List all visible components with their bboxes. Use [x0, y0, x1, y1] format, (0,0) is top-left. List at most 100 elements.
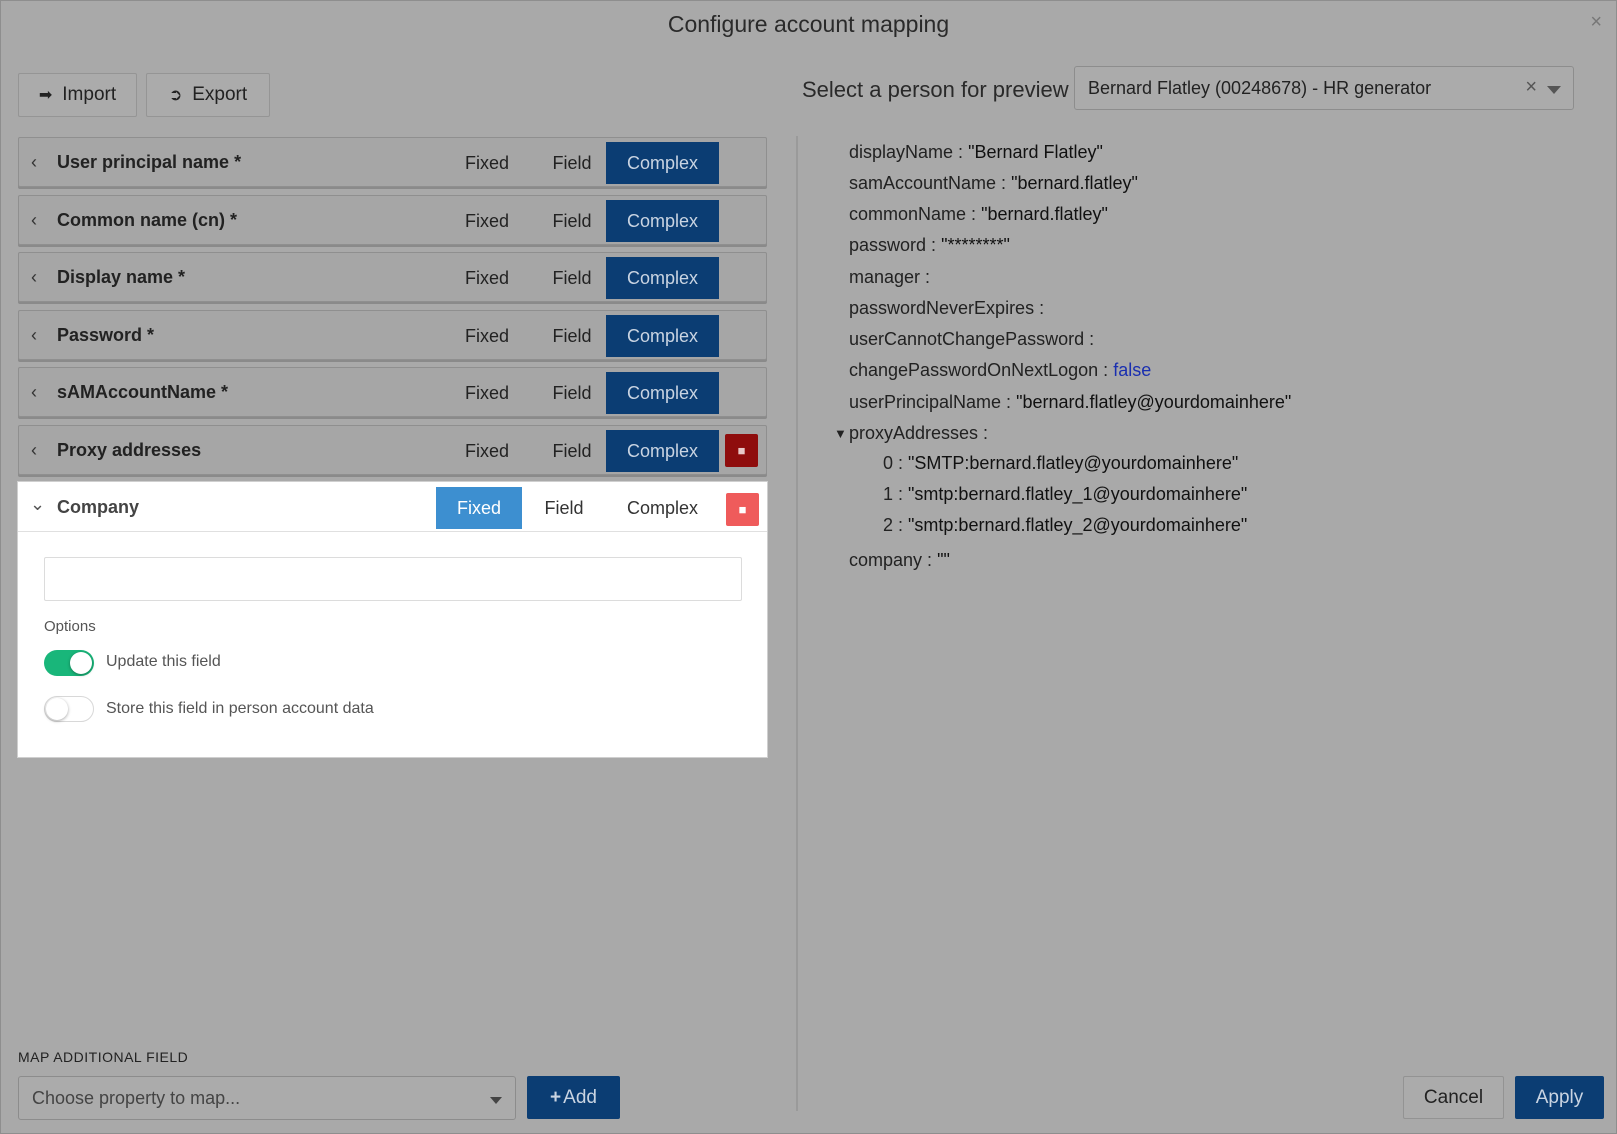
mapping-row-proxy-addresses[interactable]: ‹ Proxy addresses Fixed Field Complex ■: [18, 425, 767, 475]
mode-field-button[interactable]: Field: [530, 257, 614, 299]
dialog-title: Configure account mapping: [667, 11, 950, 37]
mode-complex-button[interactable]: Complex: [606, 315, 719, 357]
preview-value: "": [937, 550, 950, 570]
mode-complex-button[interactable]: Complex: [606, 372, 719, 414]
export-button[interactable]: ➲ Export: [146, 73, 270, 117]
mapping-row-samaccountname[interactable]: ‹ sAMAccountName * Fixed Field Complex: [18, 367, 767, 417]
close-icon[interactable]: ×: [1590, 11, 1602, 34]
import-icon: ➡: [38, 87, 53, 104]
mode-field-button[interactable]: Field: [530, 142, 614, 184]
preview-key: changePasswordOnNextLogon :: [849, 360, 1109, 380]
mapping-panel-company: ⌄ Company Fixed Field Complex ■ Options …: [17, 481, 768, 758]
preview-key: 2 :: [883, 515, 904, 535]
mode-complex-button[interactable]: Complex: [606, 487, 719, 529]
preview-key: company :: [849, 550, 933, 570]
mapping-row-company[interactable]: ⌄ Company Fixed Field Complex ■: [18, 482, 767, 532]
clear-selection-icon[interactable]: ×: [1525, 76, 1537, 99]
fixed-value-input[interactable]: [44, 557, 742, 601]
preview-proxy-item: 0 : "SMTP:bernard.flatley@yourdomainhere…: [883, 453, 1238, 474]
preview-person-select[interactable]: Bernard Flatley (00248678) - HR generato…: [1074, 66, 1574, 110]
chevron-left-icon[interactable]: ‹: [31, 267, 37, 288]
chevron-down-icon[interactable]: [1547, 86, 1561, 94]
chevron-down-icon[interactable]: ⌄: [30, 494, 45, 515]
preview-key: commonName :: [849, 204, 977, 224]
preview-value: "smtp:bernard.flatley_1@yourdomainhere": [908, 484, 1248, 504]
trash-icon[interactable]: ■: [725, 434, 758, 467]
preview-value: "bernard.flatley": [1011, 173, 1138, 193]
store-field-toggle[interactable]: [44, 696, 94, 722]
update-field-label: Update this field: [106, 653, 221, 670]
preview-key: 1 :: [883, 484, 904, 504]
mode-complex-button[interactable]: Complex: [606, 430, 719, 472]
mapping-label: Proxy addresses: [57, 440, 202, 460]
panel-divider: [796, 136, 798, 1111]
toggle-knob: [70, 652, 92, 674]
mode-fixed-button[interactable]: Fixed: [444, 257, 530, 299]
preview-proxy-item: 1 : "smtp:bernard.flatley_1@yourdomainhe…: [883, 484, 1247, 505]
preview-value: "SMTP:bernard.flatley@yourdomainhere": [908, 453, 1239, 473]
mode-fixed-button[interactable]: Fixed: [444, 430, 530, 472]
mode-field-button[interactable]: Field: [530, 372, 614, 414]
apply-button[interactable]: Apply: [1515, 1076, 1604, 1119]
preview-value: "smtp:bernard.flatley_2@yourdomainhere": [908, 515, 1248, 535]
preview-changepasswordonnextlogon: changePasswordOnNextLogon : false: [849, 360, 1151, 381]
mode-fixed-button[interactable]: Fixed: [444, 142, 530, 184]
preview-proxy-item: 2 : "smtp:bernard.flatley_2@yourdomainhe…: [883, 515, 1247, 536]
preview-value: "Bernard Flatley": [968, 142, 1103, 162]
mapping-label: sAMAccountName *: [57, 382, 229, 402]
chevron-left-icon[interactable]: ‹: [31, 382, 37, 403]
mapping-label: Display name *: [57, 267, 186, 287]
preview-usercannotchangepassword: userCannotChangePassword :: [849, 329, 1094, 350]
preview-key: userCannotChangePassword :: [849, 329, 1095, 349]
chevron-left-icon[interactable]: ‹: [31, 440, 37, 461]
mode-complex-button[interactable]: Complex: [606, 142, 719, 184]
mode-field-button[interactable]: Field: [530, 430, 614, 472]
preview-value: false: [1113, 360, 1152, 380]
mode-fixed-button[interactable]: Fixed: [444, 200, 530, 242]
chevron-left-icon[interactable]: ‹: [31, 325, 37, 346]
mode-field-button[interactable]: Field: [530, 200, 614, 242]
map-additional-field-label: MAP ADDITIONAL FIELD: [18, 1049, 189, 1065]
mode-fixed-button[interactable]: Fixed: [444, 372, 530, 414]
map-property-placeholder: Choose property to map...: [32, 1087, 241, 1108]
preview-key: manager :: [849, 267, 931, 287]
preview-value: "********": [941, 235, 1010, 255]
mode-complex-button[interactable]: Complex: [606, 200, 719, 242]
preview-key: userPrincipalName :: [849, 392, 1012, 412]
collapse-triangle-icon[interactable]: ▼: [834, 426, 847, 441]
store-field-label: Store this field in person account data: [106, 700, 374, 717]
mapping-label: User principal name *: [57, 152, 242, 172]
preview-value: "bernard.flatley@yourdomainhere": [1016, 392, 1292, 412]
mapping-row-display-name[interactable]: ‹ Display name * Fixed Field Complex: [18, 252, 767, 302]
cancel-button[interactable]: Cancel: [1403, 1076, 1504, 1119]
preview-key: passwordNeverExpires :: [849, 298, 1045, 318]
mapping-label: Password *: [57, 325, 155, 345]
mode-fixed-button[interactable]: Fixed: [444, 315, 530, 357]
preview-passwordneverexpires: passwordNeverExpires :: [849, 298, 1044, 319]
mode-field-button[interactable]: Field: [530, 315, 614, 357]
add-button[interactable]: + Add: [527, 1076, 620, 1119]
plus-icon: +: [550, 1086, 562, 1108]
chevron-left-icon[interactable]: ‹: [31, 152, 37, 173]
import-button[interactable]: ➡ Import: [18, 73, 137, 117]
mapping-label: Company: [57, 497, 140, 517]
mapping-row-common-name[interactable]: ‹ Common name (cn) * Fixed Field Complex: [18, 195, 767, 245]
map-property-select[interactable]: Choose property to map...: [18, 1076, 516, 1120]
trash-icon[interactable]: ■: [726, 493, 759, 526]
mode-fixed-button[interactable]: Fixed: [436, 487, 522, 529]
preview-commonname: commonName : "bernard.flatley": [849, 204, 1108, 225]
configure-account-mapping-dialog: Configure account mapping × ➡ Import ➲ E…: [0, 0, 1617, 1134]
mapping-row-password[interactable]: ‹ Password * Fixed Field Complex: [18, 310, 767, 360]
preview-userprincipalname: userPrincipalName : "bernard.flatley@you…: [849, 392, 1291, 413]
preview-company: company : "": [849, 550, 950, 571]
preview-key: password :: [849, 235, 937, 255]
mapping-row-user-principal-name[interactable]: ‹ User principal name * Fixed Field Comp…: [18, 137, 767, 187]
update-field-toggle[interactable]: [44, 650, 94, 676]
mode-field-button[interactable]: Field: [522, 487, 606, 529]
preview-password: password : "********": [849, 235, 1010, 256]
preview-key: proxyAddresses :: [849, 423, 989, 443]
import-label: Import: [62, 84, 117, 105]
chevron-left-icon[interactable]: ‹: [31, 210, 37, 231]
mode-complex-button[interactable]: Complex: [606, 257, 719, 299]
chevron-down-icon[interactable]: [490, 1097, 502, 1104]
